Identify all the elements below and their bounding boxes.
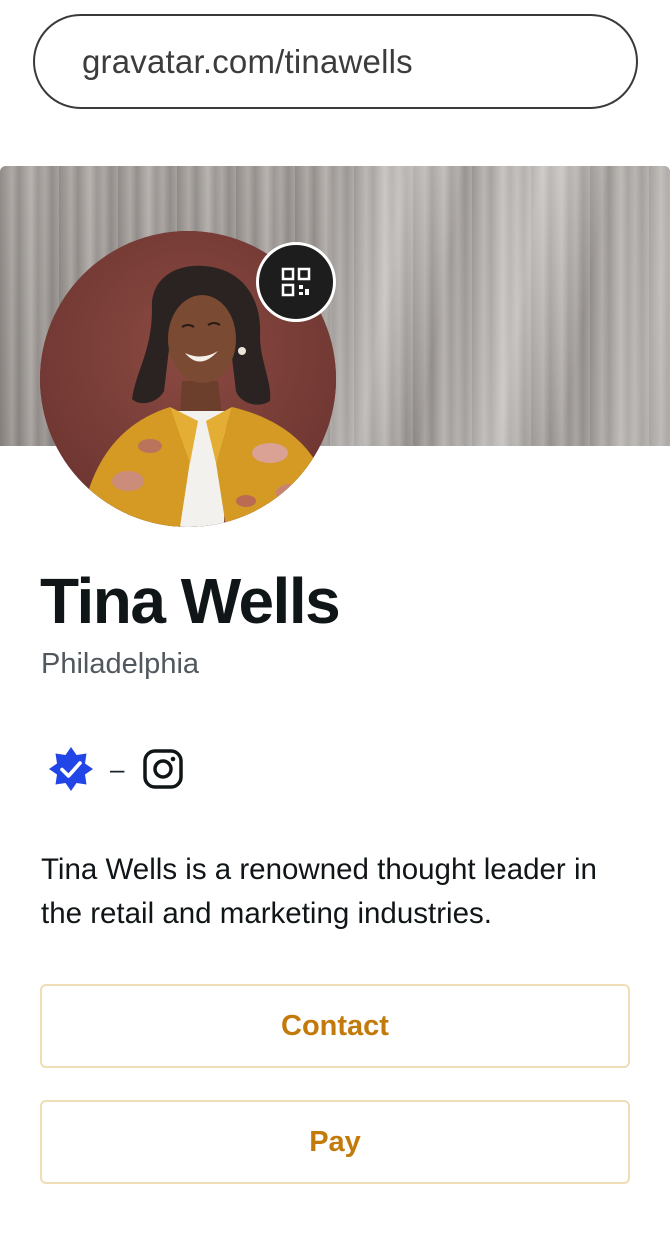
- verified-badge-icon[interactable]: [48, 746, 94, 792]
- contact-button-label: Contact: [281, 1009, 389, 1042]
- address-bar-area: gravatar.com/tinawells: [0, 0, 670, 126]
- profile-location: Philadelphia: [41, 648, 200, 680]
- verified-accounts-row: –: [48, 744, 184, 794]
- qr-code-button[interactable]: [256, 242, 336, 322]
- profile-bio: Tina Wells is a renowned thought leader …: [41, 853, 597, 930]
- pay-button-label: Pay: [309, 1125, 361, 1158]
- instagram-icon[interactable]: [142, 748, 184, 790]
- url-text: gravatar.com/tinawells: [82, 42, 413, 80]
- profile-name: Tina Wells: [40, 565, 341, 637]
- separator: –: [110, 753, 125, 784]
- qr-code-icon: [281, 267, 311, 297]
- contact-button[interactable]: Contact: [40, 984, 630, 1068]
- pay-button[interactable]: Pay: [40, 1100, 630, 1184]
- cover-light-overlay: [330, 166, 670, 446]
- url-field[interactable]: gravatar.com/tinawells: [33, 14, 638, 109]
- profile-card: Tina Wells Philadelphia – Tina Wells is …: [0, 166, 670, 1248]
